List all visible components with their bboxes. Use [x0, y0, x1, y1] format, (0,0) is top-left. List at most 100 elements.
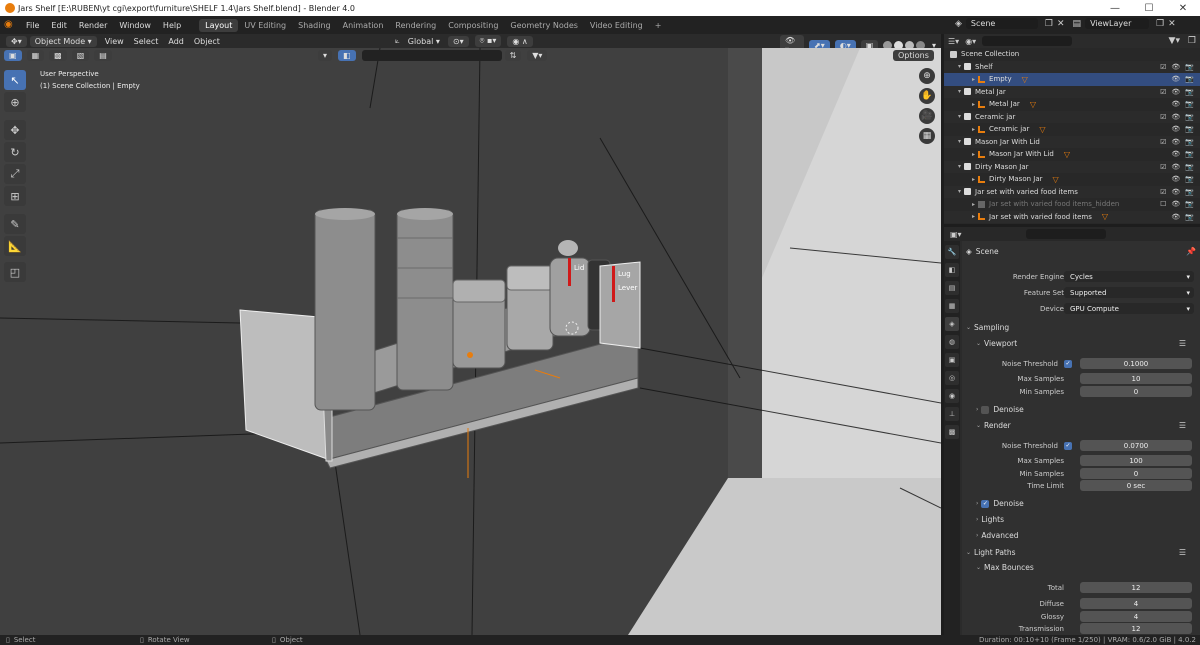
render-visibility-icon[interactable]: 📷	[1185, 125, 1194, 133]
exclude-checkbox-icon[interactable]: ☑	[1160, 113, 1166, 121]
hand-pan-icon[interactable]: ✋	[919, 88, 935, 104]
render-min-samples-field[interactable]: 0	[1080, 468, 1192, 479]
expand-toggle-icon[interactable]: ▸	[972, 151, 975, 158]
device-dropdown[interactable]: GPU Compute ▾	[1064, 303, 1194, 314]
expand-toggle-icon[interactable]: ▸	[972, 213, 975, 220]
select-tool-icon[interactable]: ↖	[4, 70, 26, 90]
expand-toggle-icon[interactable]: ▸	[972, 126, 975, 133]
select-intersect-icon[interactable]: ▤	[94, 50, 112, 61]
mesh-filter-icon[interactable]: ◧	[338, 50, 356, 61]
texture-props-tab-icon[interactable]: ▩	[945, 425, 959, 439]
modifier-icon[interactable]: ▽	[1053, 175, 1059, 184]
exclude-checkbox-icon[interactable]: ☑	[1160, 163, 1166, 171]
render-noise-threshold-field[interactable]: 0.0700	[1080, 440, 1192, 451]
modifier-icon[interactable]: ▽	[1064, 150, 1070, 159]
render-visibility-icon[interactable]: 📷	[1185, 63, 1194, 71]
filter-icon[interactable]: ▾	[318, 50, 333, 61]
outliner-object-row[interactable]: ▸ Jar set with varied food items ▽ 👁 📷	[944, 210, 1200, 223]
render-presets-icon[interactable]: ☰	[1179, 421, 1186, 430]
cursor-tool-icon[interactable]: ⊕	[4, 92, 26, 112]
menu-window[interactable]: Window	[113, 21, 157, 30]
eye-visibility-icon[interactable]: 👁	[1171, 88, 1180, 96]
select-box-icon[interactable]: ▣	[4, 50, 22, 61]
scene-props-tab-icon[interactable]: ◈	[945, 317, 959, 331]
render-visibility-icon[interactable]: 📷	[1185, 113, 1194, 121]
zoom-icon[interactable]: ⊕	[919, 68, 935, 84]
exclude-checkbox-icon[interactable]: ☑	[1160, 138, 1166, 146]
minimize-button[interactable]: —	[1098, 0, 1132, 16]
viewport-filter-dropdown-icon[interactable]: ▼▾	[527, 50, 548, 61]
viewport-denoise-header[interactable]: › Denoise	[976, 405, 1024, 414]
viewport-search-input[interactable]	[361, 50, 502, 61]
eye-visibility-icon[interactable]: 👁	[1171, 163, 1180, 171]
advanced-subpanel-header[interactable]: › Advanced	[976, 531, 1018, 540]
render-visibility-icon[interactable]: 📷	[1185, 163, 1194, 171]
outliner-display-mode-icon[interactable]: ◉▾	[965, 37, 976, 46]
eye-visibility-icon[interactable]: 👁	[1171, 113, 1180, 121]
outliner-object-row[interactable]: ▸ Jar set with varied food items_hidden ☐ 👁…	[944, 198, 1200, 211]
viewport-noise-threshold-field[interactable]: 0.1000	[1080, 358, 1192, 369]
new-view-layer-icon[interactable]: ❐	[1156, 19, 1164, 29]
add-cube-tool-icon[interactable]: ◰	[4, 262, 26, 282]
properties-search-input[interactable]	[1025, 229, 1106, 239]
viewport-max-samples-field[interactable]: 10	[1080, 373, 1192, 384]
constraints-tab-icon[interactable]: ◉	[945, 389, 959, 403]
expand-toggle-icon[interactable]: ▾	[958, 188, 961, 195]
outliner-filter-icon[interactable]: ▼▾	[1169, 36, 1180, 46]
sort-icon[interactable]: ⇅	[504, 50, 522, 61]
eye-visibility-icon[interactable]: 👁	[1171, 213, 1180, 221]
menu-help[interactable]: Help	[157, 21, 187, 30]
tab-shading[interactable]: Shading	[292, 19, 337, 32]
exclude-checkbox-icon[interactable]: ☑	[1160, 88, 1166, 96]
eye-visibility-icon[interactable]: 👁	[1171, 188, 1180, 196]
light-paths-presets-icon[interactable]: ☰	[1179, 548, 1186, 557]
render-visibility-icon[interactable]: 📷	[1185, 188, 1194, 196]
tab-video-editing[interactable]: Video Editing	[584, 19, 649, 32]
select-extend-icon[interactable]: ▦	[26, 50, 45, 61]
tool-props-tab-icon[interactable]: 🔧	[945, 245, 959, 259]
outliner-scene-collection[interactable]: Scene Collection	[944, 48, 1200, 61]
render-noise-threshold-checkbox[interactable]: ✓	[1064, 441, 1072, 450]
outliner-object-row[interactable]: ▸ Ceramic jar ▽ 👁 📷	[944, 123, 1200, 136]
output-props-tab-icon[interactable]: ▤	[945, 281, 959, 295]
new-collection-icon[interactable]: ❐	[1188, 36, 1196, 46]
menu-add[interactable]: Add	[163, 36, 189, 47]
world-props-tab-icon[interactable]: ◍	[945, 335, 959, 349]
eye-visibility-icon[interactable]: 👁	[1171, 63, 1180, 71]
outliner-collection-row[interactable]: ▾ Dirty Mason Jar ☑ 👁 📷	[944, 160, 1200, 173]
eye-visibility-icon[interactable]: 👁	[1171, 150, 1180, 158]
transform-orientation-dropdown[interactable]: Global ▾	[403, 36, 445, 47]
max-bounces-subpanel-header[interactable]: ⌄ Max Bounces	[976, 563, 1034, 572]
eye-visibility-icon[interactable]: 👁	[1171, 175, 1180, 183]
expand-toggle-icon[interactable]: ▸	[972, 201, 975, 208]
modifier-icon[interactable]: ▽	[1022, 75, 1028, 84]
blender-menu-icon[interactable]: ◉	[4, 19, 20, 31]
eye-visibility-icon[interactable]: 👁	[1171, 138, 1180, 146]
delete-scene-icon[interactable]: ✕	[1057, 19, 1065, 29]
editor-type-icon[interactable]: ✥▾	[6, 35, 27, 47]
expand-toggle-icon[interactable]: ▸	[972, 76, 975, 83]
expand-toggle-icon[interactable]: ▸	[972, 101, 975, 108]
render-denoise-header[interactable]: › ✓ Denoise	[976, 499, 1024, 508]
expand-toggle-icon[interactable]: ▾	[958, 138, 961, 145]
lights-subpanel-header[interactable]: › Lights	[976, 515, 1004, 524]
object-props-tab-icon[interactable]: ▣	[945, 353, 959, 367]
exclude-checkbox-icon[interactable]: ☐	[1160, 200, 1166, 208]
render-engine-dropdown[interactable]: Cycles ▾	[1064, 271, 1194, 282]
exclude-checkbox-icon[interactable]: ☑	[1160, 188, 1166, 196]
render-visibility-icon[interactable]: 📷	[1185, 88, 1194, 96]
menu-edit[interactable]: Edit	[45, 21, 73, 30]
add-workspace-button[interactable]: +	[649, 19, 668, 32]
outliner-collection-row[interactable]: ▾ Shelf ☑ 👁 📷	[944, 60, 1200, 73]
transform-tool-icon[interactable]: ⊞	[4, 186, 26, 206]
proportional-edit-icon[interactable]: ◉ ∧	[507, 35, 533, 47]
render-max-samples-field[interactable]: 100	[1080, 455, 1192, 466]
annotate-tool-icon[interactable]: ✎	[4, 214, 26, 234]
expand-toggle-icon[interactable]: ▾	[958, 88, 961, 95]
eye-visibility-icon[interactable]: 👁	[1171, 200, 1180, 208]
viewport-denoise-checkbox[interactable]	[981, 405, 990, 414]
properties-editor-icon[interactable]: ▣▾	[950, 230, 962, 239]
light-paths-panel-header[interactable]: ⌄ Light Paths	[966, 548, 1016, 557]
menu-select[interactable]: Select	[129, 36, 164, 47]
modifier-icon[interactable]: ▽	[1039, 125, 1045, 134]
